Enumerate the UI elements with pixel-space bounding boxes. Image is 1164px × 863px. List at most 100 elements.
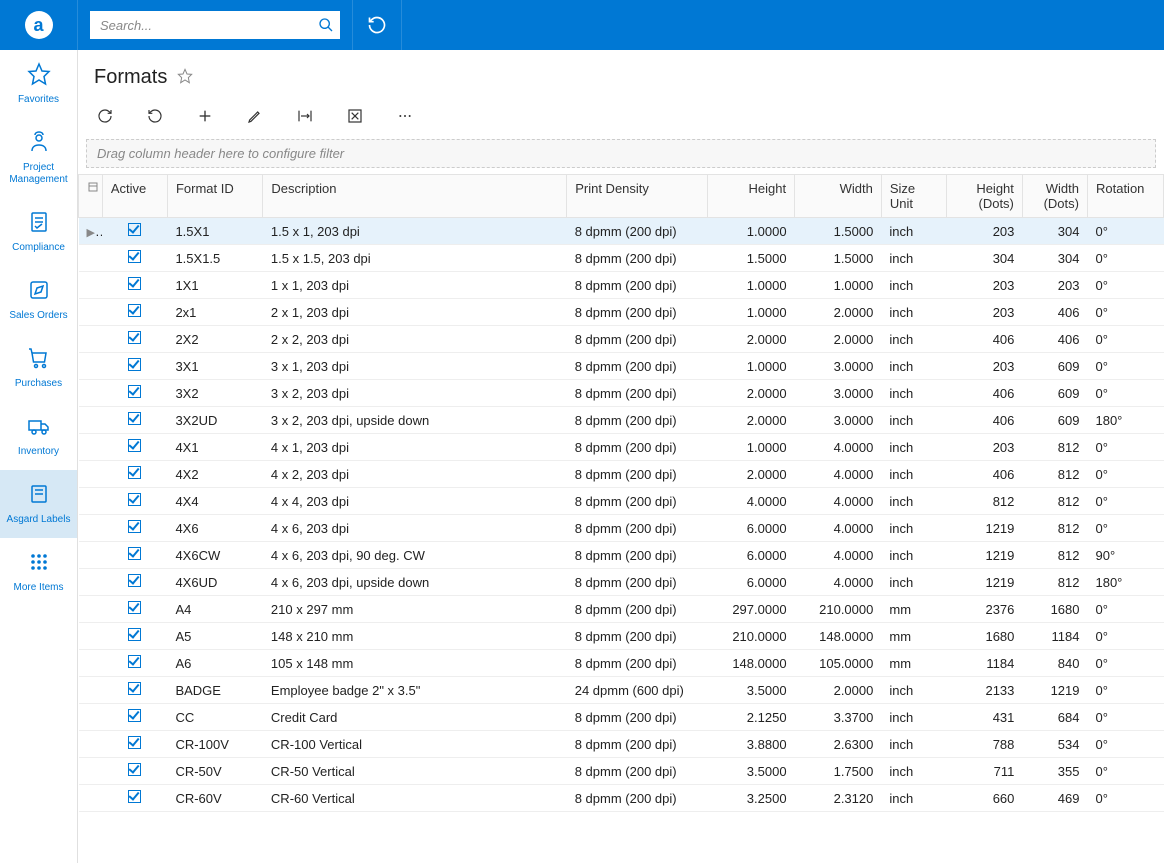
column-header[interactable]: Rotation xyxy=(1087,175,1163,218)
column-header[interactable]: Width (Dots) xyxy=(1022,175,1087,218)
sidebar-item-favorites[interactable]: Favorites xyxy=(0,50,77,118)
cell-active[interactable] xyxy=(102,407,167,434)
undo-button[interactable] xyxy=(144,105,166,127)
cell-active[interactable] xyxy=(102,623,167,650)
cell-height: 3.2500 xyxy=(708,785,795,812)
cell-print-density: 8 dpmm (200 dpi) xyxy=(567,461,708,488)
row-indicator xyxy=(79,785,103,812)
cell-active[interactable] xyxy=(102,434,167,461)
table-row[interactable]: 4X6CW4 x 6, 203 dpi, 90 deg. CW8 dpmm (2… xyxy=(79,542,1164,569)
cell-height-dots: 812 xyxy=(946,488,1022,515)
cell-description: 2 x 2, 203 dpi xyxy=(263,326,567,353)
column-header[interactable]: Size Unit xyxy=(881,175,946,218)
cell-width: 4.0000 xyxy=(795,488,882,515)
table-row[interactable]: 3X23 x 2, 203 dpi8 dpmm (200 dpi)2.00003… xyxy=(79,380,1164,407)
table-row[interactable]: 4X64 x 6, 203 dpi8 dpmm (200 dpi)6.00004… xyxy=(79,515,1164,542)
truck-icon xyxy=(27,414,51,442)
search-input[interactable] xyxy=(90,11,340,39)
table-row[interactable]: CR-60VCR-60 Vertical8 dpmm (200 dpi)3.25… xyxy=(79,785,1164,812)
cell-active[interactable] xyxy=(102,569,167,596)
cell-height-dots: 406 xyxy=(946,461,1022,488)
column-header[interactable]: Height (Dots) xyxy=(946,175,1022,218)
cell-active[interactable] xyxy=(102,299,167,326)
sidebar-item-purchases[interactable]: Purchases xyxy=(0,334,77,402)
cell-print-density: 8 dpmm (200 dpi) xyxy=(567,272,708,299)
cell-format-id: CR-100V xyxy=(167,731,262,758)
cell-active[interactable] xyxy=(102,245,167,272)
table-row[interactable]: 4X24 x 2, 203 dpi8 dpmm (200 dpi)2.00004… xyxy=(79,461,1164,488)
checkbox-icon xyxy=(128,250,141,263)
cell-active[interactable] xyxy=(102,380,167,407)
sidebar-item-more-items[interactable]: More Items xyxy=(0,538,77,606)
cell-active[interactable] xyxy=(102,353,167,380)
favorite-star-icon[interactable] xyxy=(177,68,193,87)
table-row[interactable]: 1.5X1.51.5 x 1.5, 203 dpi8 dpmm (200 dpi… xyxy=(79,245,1164,272)
cell-active[interactable] xyxy=(102,461,167,488)
refresh-button[interactable] xyxy=(352,0,402,50)
table-row[interactable]: 4X44 x 4, 203 dpi8 dpmm (200 dpi)4.00004… xyxy=(79,488,1164,515)
edit-button[interactable] xyxy=(244,105,266,127)
sidebar-item-sales-orders[interactable]: Sales Orders xyxy=(0,266,77,334)
table-row[interactable]: A6105 x 148 mm8 dpmm (200 dpi)148.000010… xyxy=(79,650,1164,677)
cell-active[interactable] xyxy=(102,542,167,569)
sidebar-item-label: Purchases xyxy=(15,378,62,390)
table-row[interactable]: CR-100VCR-100 Vertical8 dpmm (200 dpi)3.… xyxy=(79,731,1164,758)
cell-active[interactable] xyxy=(102,218,167,245)
more-button[interactable] xyxy=(394,105,416,127)
table-row[interactable]: CR-50VCR-50 Vertical8 dpmm (200 dpi)3.50… xyxy=(79,758,1164,785)
filter-drop-zone[interactable]: Drag column header here to configure fil… xyxy=(86,139,1156,168)
sidebar-item-project-management[interactable]: Project Management xyxy=(0,118,77,198)
column-header[interactable]: Active xyxy=(102,175,167,218)
cell-size-unit: inch xyxy=(881,488,946,515)
cell-active[interactable] xyxy=(102,272,167,299)
table-row[interactable]: ▶1.5X11.5 x 1, 203 dpi8 dpmm (200 dpi)1.… xyxy=(79,218,1164,245)
cell-active[interactable] xyxy=(102,326,167,353)
reload-button[interactable] xyxy=(94,105,116,127)
cell-active[interactable] xyxy=(102,704,167,731)
cell-active[interactable] xyxy=(102,515,167,542)
table-row[interactable]: 2X22 x 2, 203 dpi8 dpmm (200 dpi)2.00002… xyxy=(79,326,1164,353)
table-row[interactable]: A4210 x 297 mm8 dpmm (200 dpi)297.000021… xyxy=(79,596,1164,623)
cell-width: 4.0000 xyxy=(795,434,882,461)
cell-active[interactable] xyxy=(102,677,167,704)
column-header[interactable]: Print Density xyxy=(567,175,708,218)
column-header[interactable]: Height xyxy=(708,175,795,218)
table-row[interactable]: 4X6UD4 x 6, 203 dpi, upside down8 dpmm (… xyxy=(79,569,1164,596)
table-row[interactable]: 1X11 x 1, 203 dpi8 dpmm (200 dpi)1.00001… xyxy=(79,272,1164,299)
cell-active[interactable] xyxy=(102,650,167,677)
table-row[interactable]: 3X2UD3 x 2, 203 dpi, upside down8 dpmm (… xyxy=(79,407,1164,434)
cell-height: 1.0000 xyxy=(708,218,795,245)
app-logo[interactable]: a xyxy=(0,0,78,50)
cell-width: 1.7500 xyxy=(795,758,882,785)
cell-width: 1.0000 xyxy=(795,272,882,299)
search-icon[interactable] xyxy=(316,15,336,35)
column-header[interactable]: Width xyxy=(795,175,882,218)
cell-active[interactable] xyxy=(102,785,167,812)
add-button[interactable] xyxy=(194,105,216,127)
sidebar-item-asgard-labels[interactable]: Asgard Labels xyxy=(0,470,77,538)
cell-rotation: 0° xyxy=(1087,515,1163,542)
cell-format-id: 4X1 xyxy=(167,434,262,461)
fit-columns-button[interactable] xyxy=(294,105,316,127)
table-row[interactable]: BADGEEmployee badge 2" x 3.5"24 dpmm (60… xyxy=(79,677,1164,704)
cell-active[interactable] xyxy=(102,488,167,515)
star-icon xyxy=(27,62,51,90)
table-row[interactable]: 2x12 x 1, 203 dpi8 dpmm (200 dpi)1.00002… xyxy=(79,299,1164,326)
table-row[interactable]: 3X13 x 1, 203 dpi8 dpmm (200 dpi)1.00003… xyxy=(79,353,1164,380)
cell-size-unit: inch xyxy=(881,785,946,812)
sidebar-item-inventory[interactable]: Inventory xyxy=(0,402,77,470)
export-button[interactable] xyxy=(344,105,366,127)
column-header[interactable] xyxy=(79,175,103,218)
cell-active[interactable] xyxy=(102,758,167,785)
cell-active[interactable] xyxy=(102,596,167,623)
cell-size-unit: inch xyxy=(881,299,946,326)
sidebar-item-compliance[interactable]: Compliance xyxy=(0,198,77,266)
table-row[interactable]: A5148 x 210 mm8 dpmm (200 dpi)210.000014… xyxy=(79,623,1164,650)
column-header[interactable]: Format ID xyxy=(167,175,262,218)
table-row[interactable]: 4X14 x 1, 203 dpi8 dpmm (200 dpi)1.00004… xyxy=(79,434,1164,461)
cell-print-density: 24 dpmm (600 dpi) xyxy=(567,677,708,704)
cell-width: 2.0000 xyxy=(795,677,882,704)
cell-active[interactable] xyxy=(102,731,167,758)
column-header[interactable]: Description xyxy=(263,175,567,218)
table-row[interactable]: CCCredit Card8 dpmm (200 dpi)2.12503.370… xyxy=(79,704,1164,731)
